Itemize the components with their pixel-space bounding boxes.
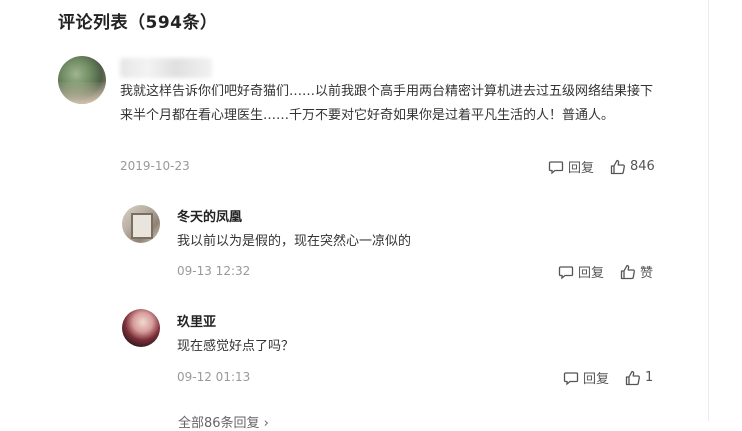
commenter-username-blurred [120, 58, 212, 78]
reply-reply-label: 回复 [578, 266, 605, 281]
reply-like-button[interactable]: 1 [625, 370, 653, 386]
comment-reply-button[interactable]: 回复 [548, 157, 594, 176]
comment-text: 我就这样告诉你们吧好奇猫们……以前我跟个高手用两台精密计算机进去过五级网络结果接… [120, 84, 654, 123]
thumbs-up-icon [625, 370, 640, 385]
comment-like-count: 846 [630, 159, 655, 174]
right-divider [708, 0, 709, 421]
reply-text: 我以前以为是假的，现在突然心一凉似的 [177, 234, 412, 249]
reply-date: 09-12 01:13 [177, 370, 251, 384]
comment-like-button[interactable]: 846 [610, 159, 655, 175]
reply-actions: 回复 1 [563, 368, 653, 387]
commenter-avatar[interactable] [58, 56, 106, 104]
reply-actions: 回复 赞 [558, 262, 653, 281]
reply-text: 现在感觉好点了吗？ [177, 339, 295, 354]
comment-date: 2019-10-23 [120, 159, 190, 173]
comment-reply-label: 回复 [568, 161, 595, 176]
reply-reply-label: 回复 [583, 372, 610, 387]
reply-username[interactable]: 玖里亚 [177, 311, 216, 330]
view-all-replies-link[interactable]: 全部86条回复 › [178, 412, 269, 431]
reply-avatar[interactable] [122, 309, 160, 347]
comment-actions: 回复 846 [548, 157, 655, 176]
reply-icon [563, 371, 579, 385]
reply-avatar[interactable] [122, 205, 160, 243]
reply-reply-button[interactable]: 回复 [558, 262, 604, 281]
reply-like-button[interactable]: 赞 [620, 262, 653, 281]
page-title: 评论列表（594条） [58, 13, 218, 33]
reply-username[interactable]: 冬天的凤凰 [177, 206, 242, 225]
reply-icon [548, 160, 564, 174]
reply-like-count: 1 [645, 370, 654, 385]
thumbs-up-icon [610, 159, 625, 174]
reply-icon [558, 265, 574, 279]
thumbs-up-icon [620, 264, 635, 279]
reply-date: 09-13 12:32 [177, 264, 251, 278]
reply-like-label: 赞 [640, 266, 654, 281]
reply-reply-button[interactable]: 回复 [563, 368, 609, 387]
